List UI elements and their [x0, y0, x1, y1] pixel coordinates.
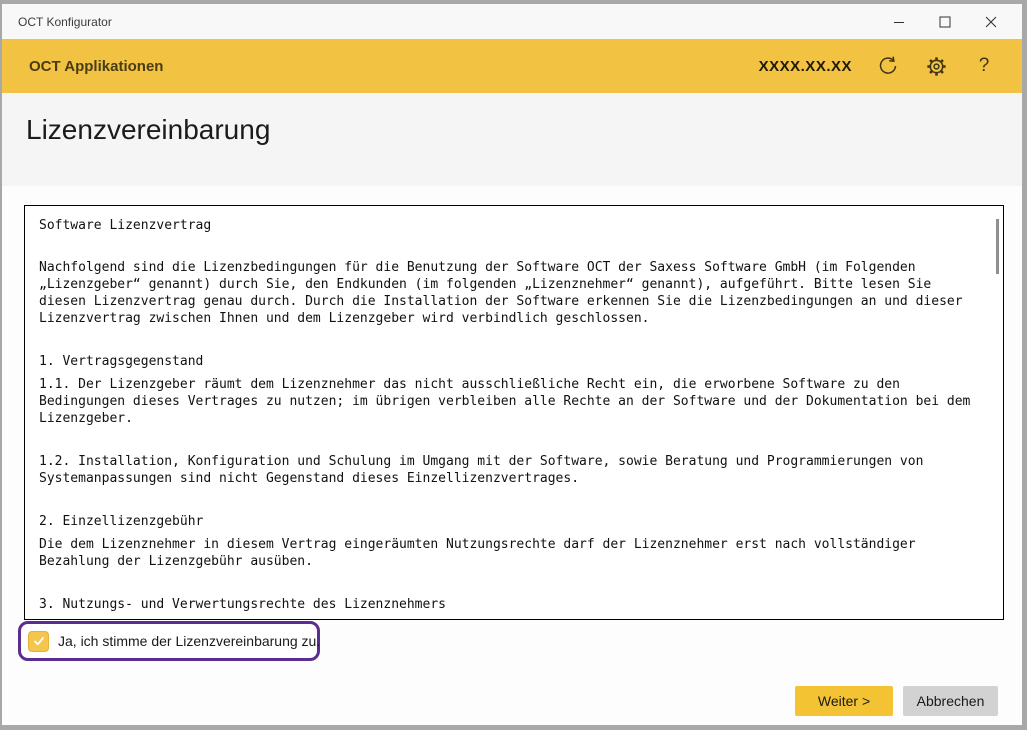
license-paragraph: Die dem Lizenznehmer in diesem Vertrag e…	[39, 536, 979, 570]
help-button[interactable]: ?	[972, 54, 996, 78]
gear-icon	[926, 56, 947, 77]
license-paragraph: 1.1. Der Lizenzgeber räumt dem Lizenzneh…	[39, 376, 979, 427]
close-button[interactable]	[968, 4, 1014, 39]
maximize-icon	[939, 16, 951, 28]
window-title: OCT Konfigurator	[2, 15, 876, 29]
refresh-button[interactable]	[876, 54, 900, 78]
license-paragraph: 1. Vertragsgegenstand	[39, 353, 979, 370]
license-paragraph: 2. Einzellizenzgebühr	[39, 513, 979, 530]
scrollbar-thumb[interactable]	[996, 219, 999, 274]
version-text: XXXX.XX.XX	[759, 58, 852, 75]
consent-checkbox[interactable]	[28, 631, 49, 652]
action-buttons: Weiter > Abbrechen	[795, 686, 998, 716]
page-content: Software Lizenzvertrag Nachfolgend sind d…	[2, 186, 1022, 725]
close-icon	[985, 16, 997, 28]
license-text-box[interactable]: Software Lizenzvertrag Nachfolgend sind d…	[24, 205, 1004, 620]
consent-checkbox-row[interactable]: Ja, ich stimme der Lizenzvereinbarung zu…	[28, 631, 320, 652]
click-highlight: Ja, ich stimme der Lizenzvereinbarung zu…	[18, 621, 320, 661]
license-paragraph: Nachfolgend sind die Lizenzbedingungen f…	[39, 259, 979, 327]
consent-label: Ja, ich stimme der Lizenzvereinbarung zu…	[58, 633, 320, 649]
titlebar: OCT Konfigurator	[2, 4, 1022, 39]
window-controls	[876, 4, 1022, 39]
next-button[interactable]: Weiter >	[795, 686, 893, 716]
maximize-button[interactable]	[922, 4, 968, 39]
checkmark-icon	[32, 634, 46, 648]
minimize-button[interactable]	[876, 4, 922, 39]
license-paragraph: 3.1. Der Lizenzgeber gewährt Ihnen für d…	[39, 619, 979, 620]
settings-button[interactable]	[924, 54, 948, 78]
page-header: Lizenzvereinbarung	[2, 93, 1022, 186]
app-header-actions: XXXX.XX.XX	[759, 54, 996, 78]
help-icon: ?	[979, 55, 990, 77]
app-window: OCT Konfigurator OCT Applikationen	[2, 4, 1022, 725]
cancel-button[interactable]: Abbrechen	[903, 686, 998, 716]
refresh-icon	[877, 55, 899, 77]
license-text: Software Lizenzvertrag Nachfolgend sind d…	[39, 217, 979, 620]
license-paragraph: Software Lizenzvertrag	[39, 217, 979, 234]
page-title: Lizenzvereinbarung	[26, 114, 1022, 146]
license-paragraph: 3. Nutzungs- und Verwertungsrechte des L…	[39, 596, 979, 613]
license-paragraph: 1.2. Installation, Konfiguration und Sch…	[39, 453, 979, 487]
app-header: OCT Applikationen XXXX.XX.XX	[2, 39, 1022, 93]
app-title: OCT Applikationen	[29, 58, 759, 75]
minimize-icon	[893, 16, 905, 28]
